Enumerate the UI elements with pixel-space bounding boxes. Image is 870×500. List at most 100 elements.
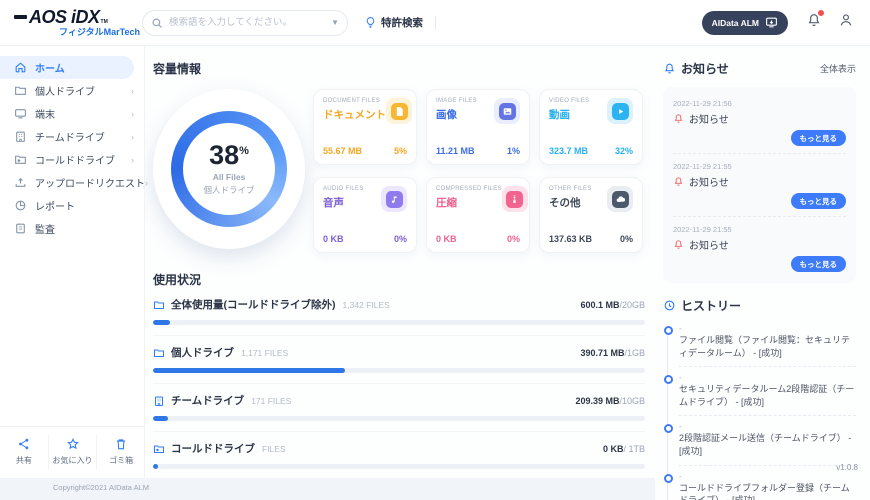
logo-title: AOS iDX <box>29 7 100 27</box>
usage-progress-fill <box>153 320 171 325</box>
patent-search-button[interactable]: 特許検索 <box>364 15 423 30</box>
bell-icon <box>665 63 674 74</box>
sidebar-item-home[interactable]: ホーム <box>0 56 134 79</box>
sidebar-item-upload-request[interactable]: アップロードリクエスト › <box>0 171 148 194</box>
capacity-donut-card: 38% All Files 個人ドライブ <box>153 89 305 249</box>
usage-value: 390.71 MB/1GB <box>580 347 645 358</box>
usage-files-count: FILES <box>262 443 286 454</box>
chevron-right-icon: › <box>131 85 134 96</box>
chevron-right-icon: › <box>131 131 134 142</box>
aidata-alm-label: AIData ALM <box>711 17 759 28</box>
search-dropdown-caret-icon[interactable]: ▼ <box>331 18 339 27</box>
favorites-label: お気に入り <box>52 456 93 465</box>
copyright-text: Copyright©2021 AIData ALM <box>53 483 149 492</box>
card-size: 323.7 MB <box>549 146 589 156</box>
usage-files-count: 1,342 FILES <box>342 299 390 310</box>
notifications-title: お知らせ <box>681 62 729 76</box>
card-size: 0 KB <box>323 234 344 244</box>
notification-label: お知らせ <box>689 241 729 252</box>
video-play-icon <box>607 98 633 124</box>
building-icon <box>16 131 25 142</box>
card-percent: 32% <box>614 146 633 156</box>
image-icon <box>494 98 520 124</box>
usage-progress-fill <box>153 416 168 421</box>
trash-label: ゴミ箱 <box>109 456 134 465</box>
usage-section: 使用状況 全体使用量(コールドドライブ除外) 1,342 FILES 600.1… <box>153 271 645 479</box>
history-item: - ファイル閲覧（ファイル閲覧：セキュリティデータルーム） - [成功] <box>664 324 856 368</box>
donut-all-files-label: All Files <box>212 172 246 182</box>
user-icon <box>840 14 852 26</box>
card-compressed: COMPRESSED FILES 圧縮 0 KB 0% <box>426 177 530 253</box>
history-item-text: コールドドライブフォルダー登録（チームドライブ） - [成功] <box>679 482 850 500</box>
sidebar-footer-actions: 共有 お気に入り ゴミ箱 <box>0 426 145 470</box>
favorites-button[interactable]: お気に入り <box>49 435 98 470</box>
user-account-button[interactable] <box>838 12 854 33</box>
sidebar-item-personal-drive[interactable]: 個人ドライブ › <box>0 79 144 102</box>
document-icon <box>386 98 412 124</box>
notification-more-button[interactable]: もっと見る <box>790 256 846 272</box>
history-item: - コールドドライブフォルダー登録（チームドライブ） - [成功] <box>664 471 856 500</box>
lightbulb-icon <box>366 17 375 28</box>
sidebar-item-label: 監査 <box>35 225 55 236</box>
history-header: ヒストリー <box>663 297 856 314</box>
folder-icon <box>15 86 26 95</box>
usage-files-count: 171 FILES <box>251 395 292 406</box>
history-item: - 2段階認証メール送信（チームドライブ） - [成功] <box>664 422 856 466</box>
sidebar-item-device[interactable]: 端末 › <box>0 102 144 125</box>
header-divider <box>435 15 436 30</box>
history-item-text: ファイル閲覧（ファイル閲覧：セキュリティデータルーム） - [成功] <box>679 335 851 358</box>
notifications-view-all-link[interactable]: 全体表示 <box>820 62 856 75</box>
card-label: 音声 <box>323 197 344 209</box>
sidebar-item-label: ホーム <box>35 64 65 75</box>
usage-progress-fill <box>153 368 345 373</box>
usage-row-cold: コールドドライブ FILES 0 KB/ 1TB <box>153 432 645 479</box>
sidebar-item-label: コールドドライブ <box>35 156 115 167</box>
donut-drive-label: 個人ドライブ <box>203 185 255 195</box>
history-title: ヒストリー <box>681 299 742 313</box>
history-item-date: - <box>679 422 682 432</box>
notification-bell-button[interactable] <box>806 10 824 33</box>
sidebar-item-audit[interactable]: 監査 <box>0 217 144 240</box>
notifications-header: お知らせ 全体表示 <box>663 60 856 77</box>
sidebar-item-cold-drive[interactable]: コールドドライブ › <box>0 148 144 171</box>
notification-item: 2022-11-29 21:55 お知らせ もっと見る <box>673 217 846 279</box>
chevron-right-icon: › <box>131 108 134 119</box>
top-bar: AOS iDX TM フィジタルMarTech ▼ 特許検索 AIData AL… <box>0 0 870 46</box>
history-item-date: - <box>679 471 682 481</box>
share-icon <box>18 438 29 450</box>
folder-gear-icon <box>154 445 164 453</box>
card-percent: 0% <box>619 234 633 244</box>
notification-item: 2022-11-29 21:56 お知らせ もっと見る <box>673 91 846 154</box>
usage-label: コールドドライブ <box>171 443 255 455</box>
card-percent: 1% <box>506 146 520 156</box>
history-item-date: - <box>679 373 682 383</box>
share-label: 共有 <box>15 456 32 465</box>
usage-value: 0 KB/ 1TB <box>602 443 645 454</box>
share-button[interactable]: 共有 <box>0 435 49 470</box>
usage-row-total: 全体使用量(コールドドライブ除外) 1,342 FILES 600.1 MB/2… <box>153 288 645 336</box>
audit-document-icon <box>16 223 25 234</box>
card-type-label: DOCUMENT FILES <box>323 98 381 104</box>
notification-date: 2022-11-29 21:55 <box>673 225 732 234</box>
notification-badge-dot <box>818 10 824 16</box>
search-input[interactable] <box>163 17 332 28</box>
usage-label: チームドライブ <box>171 395 245 407</box>
notification-more-button[interactable]: もっと見る <box>790 130 846 146</box>
search-box[interactable]: ▼ <box>142 9 348 36</box>
usage-progress-track <box>153 368 645 373</box>
history-item-date: - <box>679 324 682 333</box>
trash-button[interactable]: ゴミ箱 <box>97 435 145 470</box>
sidebar-item-report[interactable]: レポート <box>0 194 144 217</box>
logo-subtitle: フィジタルMarTech <box>59 27 140 37</box>
aidata-alm-button[interactable]: AIData ALM <box>701 10 788 35</box>
notification-more-button[interactable]: もっと見る <box>790 193 846 209</box>
card-type-label: IMAGE FILES <box>436 98 477 104</box>
usage-value: 209.39 MB/10GB <box>575 395 645 406</box>
sidebar-item-team-drive[interactable]: チームドライブ › <box>0 125 144 148</box>
music-note-icon <box>381 186 407 212</box>
zip-icon <box>501 186 528 212</box>
card-percent: 0% <box>393 234 407 244</box>
trash-icon <box>117 439 126 450</box>
alert-bell-icon <box>674 240 683 249</box>
notification-date: 2022-11-29 21:56 <box>673 99 732 108</box>
